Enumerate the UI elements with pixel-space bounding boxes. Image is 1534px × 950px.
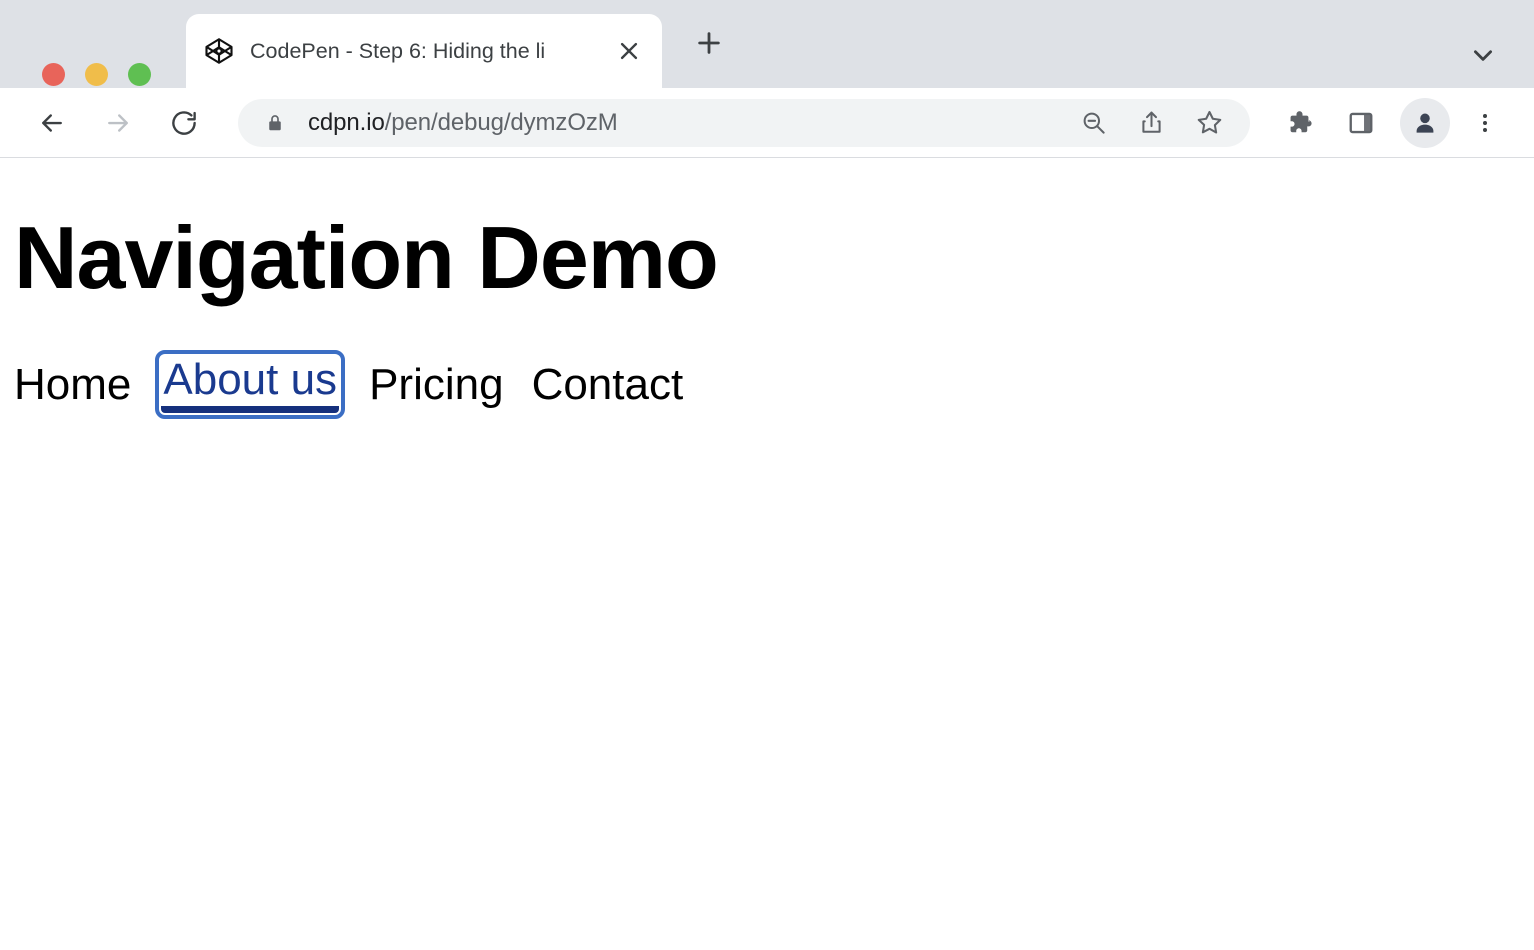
browser-menu-button[interactable]	[1458, 95, 1512, 151]
close-tab-button[interactable]	[610, 32, 648, 70]
minimize-window-button[interactable]	[85, 63, 108, 86]
side-panel-icon	[1347, 109, 1375, 137]
browser-window: CodePen - Step 6: Hiding the li	[0, 0, 1534, 950]
nav-link-about-us[interactable]: About us	[161, 356, 339, 413]
new-tab-button[interactable]	[678, 12, 740, 74]
tab-title: CodePen - Step 6: Hiding the li	[250, 14, 606, 88]
star-icon	[1195, 108, 1224, 137]
page-viewport: Navigation Demo Home About us Pricing Co…	[0, 158, 1534, 950]
bookmark-button[interactable]	[1180, 99, 1238, 147]
page-title: Navigation Demo	[0, 158, 1534, 302]
site-navigation: Home About us Pricing Contact	[0, 356, 1534, 413]
person-icon	[1411, 109, 1439, 137]
puzzle-icon	[1285, 108, 1314, 137]
forward-button[interactable]	[90, 95, 146, 151]
three-dots-icon	[1473, 111, 1497, 135]
address-bar[interactable]: cdpn.io/pen/debug/dymzOzM	[238, 99, 1250, 147]
chevron-down-icon	[1470, 42, 1496, 68]
browser-tab-active[interactable]: CodePen - Step 6: Hiding the li	[186, 14, 662, 88]
zoom-out-icon	[1080, 109, 1107, 136]
share-icon	[1138, 109, 1165, 136]
back-arrow-icon	[37, 108, 67, 138]
tab-search-button[interactable]	[1460, 32, 1506, 78]
plus-icon	[695, 29, 723, 57]
forward-arrow-icon	[103, 108, 133, 138]
close-window-button[interactable]	[42, 63, 65, 86]
url-host: cdpn.io	[308, 109, 385, 136]
nav-link-pricing[interactable]: Pricing	[369, 363, 504, 407]
reload-icon	[169, 108, 199, 138]
nav-link-contact[interactable]: Contact	[532, 363, 684, 407]
codepen-icon	[204, 36, 234, 66]
profile-button[interactable]	[1400, 98, 1450, 148]
reload-button[interactable]	[156, 95, 212, 151]
url-path: /pen/debug/dymzOzM	[385, 109, 618, 136]
extensions-button[interactable]	[1268, 95, 1330, 151]
lock-icon[interactable]	[264, 112, 286, 134]
side-panel-button[interactable]	[1330, 95, 1392, 151]
share-button[interactable]	[1122, 99, 1180, 147]
nav-link-home[interactable]: Home	[14, 363, 131, 407]
tab-strip: CodePen - Step 6: Hiding the li	[0, 0, 1534, 88]
omnibox-actions	[1064, 99, 1238, 147]
url-text: cdpn.io/pen/debug/dymzOzM	[308, 109, 1064, 137]
browser-toolbar: cdpn.io/pen/debug/dymzOzM	[0, 88, 1534, 158]
page-content: Navigation Demo Home About us Pricing Co…	[0, 158, 1534, 413]
zoom-out-button[interactable]	[1064, 99, 1122, 147]
back-button[interactable]	[24, 95, 80, 151]
maximize-window-button[interactable]	[128, 63, 151, 86]
toolbar-actions	[1268, 95, 1392, 151]
